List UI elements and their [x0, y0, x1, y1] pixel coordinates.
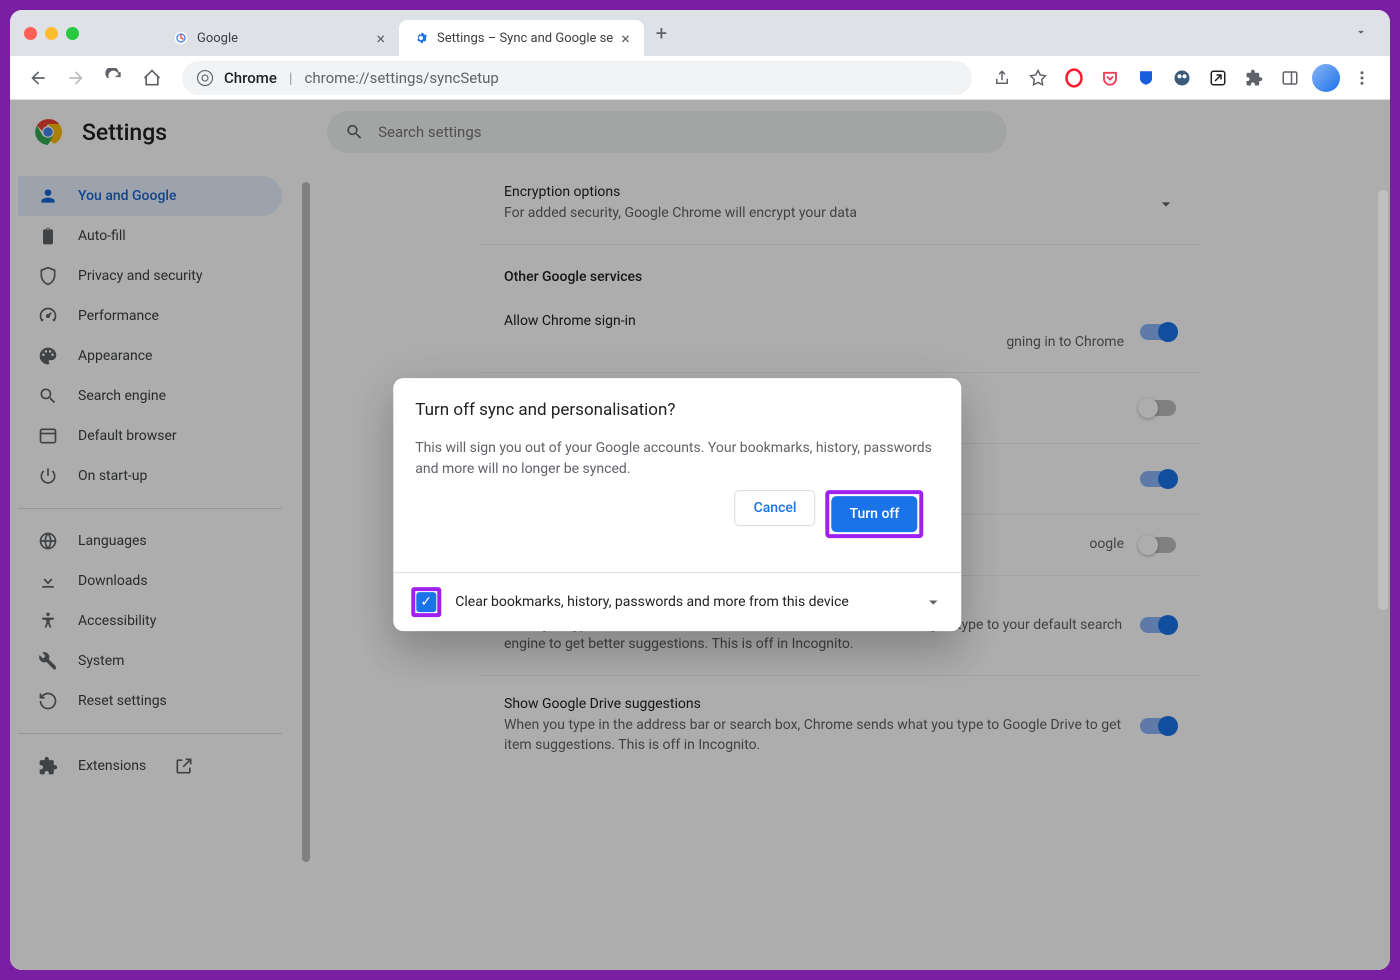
- tab-bar: Google × Settings – Sync and Google se ×…: [10, 10, 1390, 56]
- close-tab-icon[interactable]: ×: [376, 29, 385, 48]
- checkbox-label: Clear bookmarks, history, passwords and …: [455, 594, 909, 610]
- profile-avatar[interactable]: [1310, 62, 1342, 94]
- tab-label: Google: [197, 31, 238, 46]
- bookmark-icon[interactable]: [1022, 62, 1054, 94]
- maximize-window-button[interactable]: [66, 27, 79, 40]
- clear-data-checkbox[interactable]: ✓: [416, 592, 436, 612]
- chrome-icon: [196, 69, 214, 87]
- close-tab-icon[interactable]: ×: [621, 29, 630, 48]
- extension-pocket-icon[interactable]: [1094, 62, 1126, 94]
- gear-icon: [413, 30, 429, 46]
- forward-button[interactable]: [60, 62, 92, 94]
- kebab-menu-icon[interactable]: [1346, 62, 1378, 94]
- address-bar[interactable]: Chrome | chrome://settings/syncSetup: [182, 61, 972, 95]
- toolbar-actions: [986, 62, 1378, 94]
- extension-icon-4[interactable]: [1166, 62, 1198, 94]
- dialog-body-text: This will sign you out of your Google ac…: [415, 438, 939, 480]
- browser-window: Google × Settings – Sync and Google se ×…: [10, 10, 1390, 970]
- dialog-title: Turn off sync and personalisation?: [415, 400, 939, 420]
- highlight-checkbox: ✓: [411, 587, 441, 617]
- reload-button[interactable]: [98, 62, 130, 94]
- minimize-window-button[interactable]: [45, 27, 58, 40]
- extension-opera-icon[interactable]: [1058, 62, 1090, 94]
- chevron-down-icon[interactable]: [923, 592, 943, 612]
- tab-label: Settings – Sync and Google se: [437, 31, 613, 46]
- tab-settings[interactable]: Settings – Sync and Google se ×: [399, 20, 644, 56]
- google-favicon-icon: [173, 30, 189, 46]
- page-scrollbar[interactable]: [1378, 190, 1388, 960]
- cancel-button[interactable]: Cancel: [735, 490, 816, 526]
- tabs-dropdown-icon[interactable]: [1346, 24, 1376, 43]
- back-button[interactable]: [22, 62, 54, 94]
- new-tab-button[interactable]: +: [644, 21, 679, 45]
- tab-google[interactable]: Google ×: [159, 20, 399, 56]
- extension-icon-5[interactable]: [1202, 62, 1234, 94]
- url-scheme-label: Chrome: [224, 69, 277, 87]
- home-button[interactable]: [136, 62, 168, 94]
- turn-off-sync-dialog: Turn off sync and personalisation? This …: [393, 378, 961, 631]
- window-controls: [24, 27, 79, 40]
- sidepanel-icon[interactable]: [1274, 62, 1306, 94]
- url-path: chrome://settings/syncSetup: [305, 69, 499, 87]
- extensions-menu-icon[interactable]: [1238, 62, 1270, 94]
- close-window-button[interactable]: [24, 27, 37, 40]
- toolbar: Chrome | chrome://settings/syncSetup: [10, 56, 1390, 100]
- extension-bitwarden-icon[interactable]: [1130, 62, 1162, 94]
- share-icon[interactable]: [986, 62, 1018, 94]
- turn-off-button[interactable]: Turn off: [831, 496, 917, 532]
- highlight-turnoff: Turn off: [825, 490, 923, 538]
